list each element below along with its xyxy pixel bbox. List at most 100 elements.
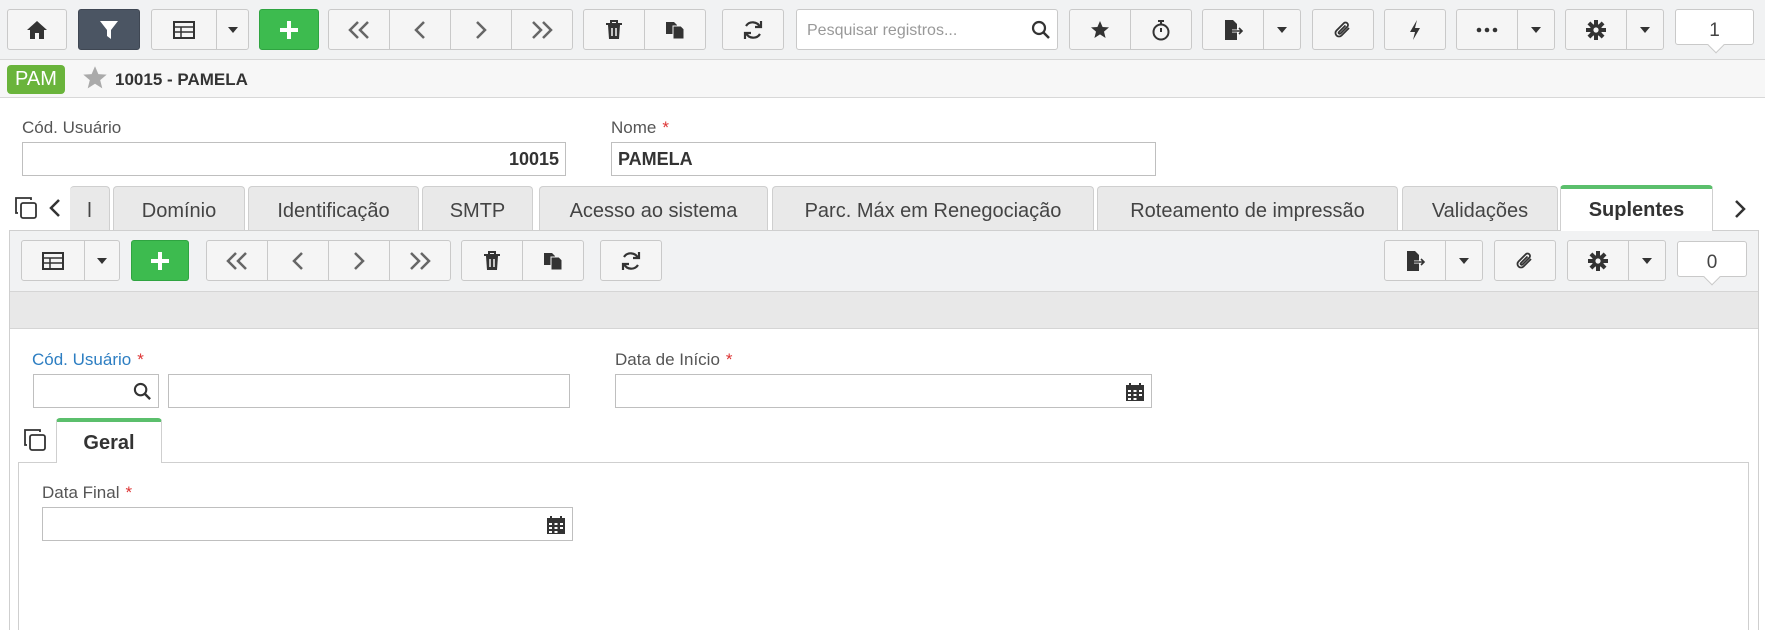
tab-label: SMTP <box>449 200 506 222</box>
start-date-field[interactable] <box>615 374 1152 408</box>
sub-grid-header <box>10 291 1758 329</box>
tab-identificacao[interactable]: Identificação <box>248 186 419 230</box>
name-input[interactable] <box>612 143 1155 175</box>
stopwatch-icon <box>1152 19 1170 40</box>
home-button[interactable] <box>7 9 67 50</box>
caret-down-icon <box>1531 26 1541 33</box>
name-field[interactable] <box>611 142 1156 176</box>
tab-validacoes[interactable]: Validações <box>1402 186 1558 230</box>
copy-icon <box>544 252 563 270</box>
start-date-input[interactable] <box>616 375 1151 407</box>
gear-icon <box>1588 250 1608 271</box>
search-box[interactable] <box>796 9 1058 51</box>
sub-attachment-button[interactable] <box>1494 240 1556 281</box>
tab-smtp[interactable]: SMTP <box>422 186 533 230</box>
sub-settings-button[interactable] <box>1567 240 1629 281</box>
caret-down-icon <box>1640 26 1650 33</box>
previous-record-button[interactable] <box>389 9 451 50</box>
end-date-label: Data Final * <box>42 483 133 502</box>
sub-grid-view-dropdown[interactable] <box>84 240 120 281</box>
caret-down-icon <box>227 26 238 33</box>
sub-user-name-field[interactable] <box>168 374 570 408</box>
required-mark: * <box>662 118 669 137</box>
refresh-icon <box>743 20 763 39</box>
grid-view-dropdown[interactable] <box>216 9 249 50</box>
settings-dropdown[interactable] <box>1626 9 1664 50</box>
sub-settings-dropdown[interactable] <box>1628 240 1666 281</box>
sub-add-button[interactable] <box>131 240 189 281</box>
sub-grid-view-button[interactable] <box>21 240 85 281</box>
sub-user-code-label[interactable]: Cód. Usuário * <box>32 350 144 370</box>
delete-button[interactable] <box>583 9 645 50</box>
search-icon[interactable] <box>1031 20 1051 40</box>
sub-refresh-button[interactable] <box>600 240 662 281</box>
first-record-button[interactable] <box>328 9 390 50</box>
refresh-button[interactable] <box>722 9 784 50</box>
settings-button[interactable] <box>1565 9 1627 50</box>
actions-button[interactable] <box>1384 9 1446 50</box>
next-record-button[interactable] <box>450 9 512 50</box>
export-button[interactable] <box>1202 9 1264 50</box>
file-export-icon <box>1225 19 1244 40</box>
user-code-input[interactable] <box>23 143 565 175</box>
sub-last-record-button[interactable] <box>389 240 451 281</box>
more-dropdown[interactable] <box>1517 9 1555 50</box>
record-title: 10015 - PAMELA <box>115 70 248 89</box>
more-button[interactable] <box>1456 9 1518 50</box>
tab-label: Parc. Máx em Renegociação <box>804 200 1062 222</box>
tab-truncated[interactable]: l <box>70 186 110 230</box>
tab-label: Domínio <box>141 200 217 222</box>
copy-icon <box>666 21 685 39</box>
tab-suplentes[interactable]: Suplentes <box>1560 185 1713 231</box>
caret-down-icon <box>1277 26 1287 33</box>
sub-previous-record-button[interactable] <box>267 240 329 281</box>
sub-delete-button[interactable] <box>461 240 523 281</box>
tabs-scroll-right-icon[interactable] <box>1733 199 1747 219</box>
end-date-input[interactable] <box>43 508 572 540</box>
tabs-scroll-left-icon[interactable] <box>48 198 62 218</box>
copy-tabs-icon[interactable] <box>14 196 38 220</box>
search-icon[interactable] <box>133 382 152 401</box>
sub-export-button[interactable] <box>1384 240 1446 281</box>
copy-tabs-icon[interactable] <box>23 428 47 452</box>
lightning-icon <box>1410 19 1420 40</box>
tab-parc-max-renegociacao[interactable]: Parc. Máx em Renegociação <box>772 186 1094 230</box>
tab-roteamento-impressao[interactable]: Roteamento de impressão <box>1097 186 1398 230</box>
star-icon[interactable] <box>82 65 108 91</box>
main-toolbar: 1 <box>0 0 1765 60</box>
sub-user-code-lookup[interactable] <box>33 374 159 408</box>
trash-icon <box>606 19 622 39</box>
tab-label: Identificação <box>277 200 390 222</box>
export-dropdown[interactable] <box>1263 9 1301 50</box>
tab-label: Geral <box>83 432 135 454</box>
grid-view-button[interactable] <box>151 9 217 50</box>
timer-button[interactable] <box>1130 9 1192 50</box>
chevron-left-icon <box>292 251 303 270</box>
tab-label: Suplentes <box>1588 199 1685 221</box>
attachment-button[interactable] <box>1312 9 1374 50</box>
sub-user-name-input[interactable] <box>169 375 569 407</box>
tab-dominio[interactable]: Domínio <box>113 186 245 230</box>
table-icon <box>42 251 64 270</box>
duplicate-button[interactable] <box>644 9 706 50</box>
tab-geral[interactable]: Geral <box>56 418 162 463</box>
caret-down-icon <box>1459 257 1469 264</box>
calendar-icon[interactable] <box>546 515 566 535</box>
plus-icon <box>151 251 169 270</box>
sub-first-record-button[interactable] <box>206 240 268 281</box>
sub-export-dropdown[interactable] <box>1445 240 1483 281</box>
favorite-button[interactable] <box>1069 9 1131 50</box>
end-date-field[interactable] <box>42 507 573 541</box>
user-code-field[interactable] <box>22 142 566 176</box>
double-chevron-right-icon <box>410 251 431 270</box>
ellipsis-icon <box>1476 27 1498 32</box>
calendar-icon[interactable] <box>1125 382 1145 402</box>
tab-acesso-ao-sistema[interactable]: Acesso ao sistema <box>539 186 768 230</box>
search-input[interactable] <box>805 10 1024 51</box>
add-button[interactable] <box>259 9 319 50</box>
sub-duplicate-button[interactable] <box>522 240 584 281</box>
filter-button[interactable] <box>78 9 140 50</box>
sub-next-record-button[interactable] <box>328 240 390 281</box>
last-record-button[interactable] <box>511 9 573 50</box>
double-chevron-right-icon <box>532 20 553 39</box>
